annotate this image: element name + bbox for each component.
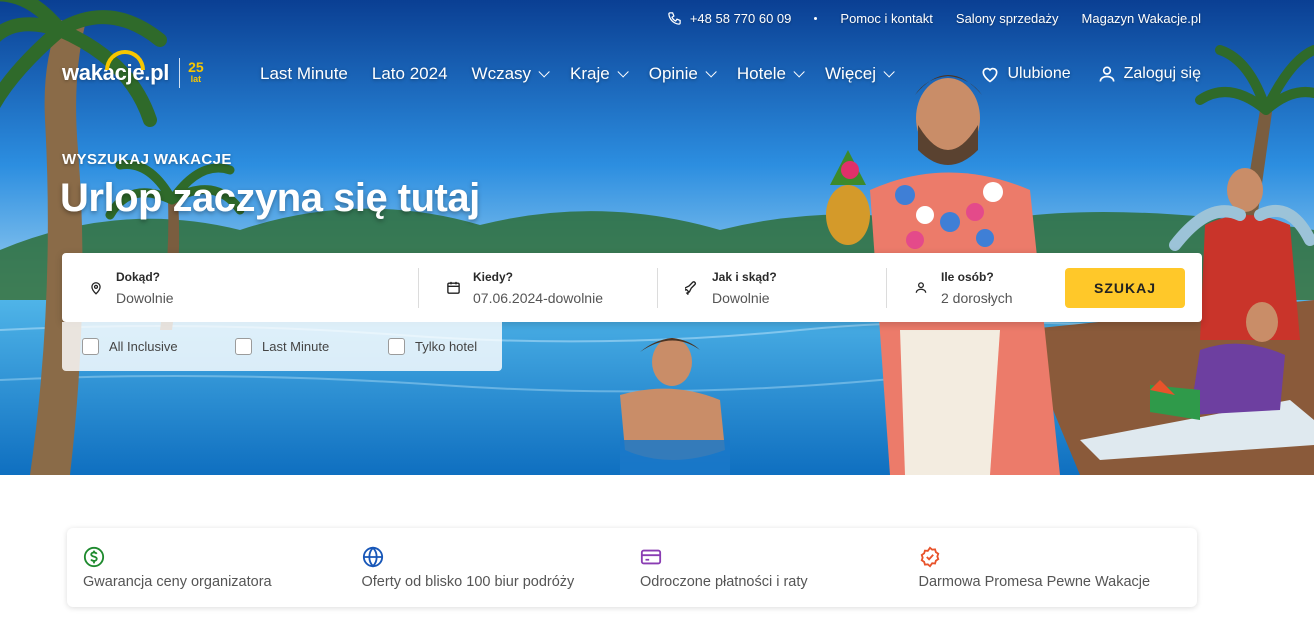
nav-item-label: Kraje — [570, 64, 610, 83]
search-panel: Dokąd? Dowolnie Kiedy? 07.06.2024-dowoln… — [62, 253, 1202, 322]
filter-hotel-only[interactable]: Tylko hotel — [388, 338, 498, 355]
destination-label: Dokąd? — [116, 269, 161, 284]
hero-headline: Urlop zaczyna się tutaj — [60, 176, 480, 220]
guests-label: Ile osób? — [941, 269, 994, 284]
date-field[interactable]: Kiedy? 07.06.2024-dowolnie — [419, 267, 658, 308]
nav-item-opinie[interactable]: Opinie — [648, 64, 717, 84]
nav-item-lato-2024[interactable]: Lato 2024 — [372, 64, 448, 84]
hero-banner: +48 58 770 60 09 Pomoc i kontakt Salony … — [0, 0, 1314, 475]
nav-item-hotele[interactable]: Hotele — [736, 64, 805, 84]
nav-item-label: Lato 2024 — [371, 64, 448, 83]
sales-offices-link[interactable]: Salony sprzedaży — [956, 11, 1059, 26]
feature-deferred-payments: Odroczone płatności i raty — [640, 528, 919, 607]
nav-item-kraje[interactable]: Kraje — [570, 64, 629, 84]
chevron-down-icon — [705, 66, 717, 78]
login-link[interactable]: Zaloguj się — [1097, 64, 1201, 84]
feature-price-guarantee: Gwarancja ceny organizatora — [83, 528, 362, 607]
chevron-down-icon — [617, 66, 629, 78]
nav-item-wczasy[interactable]: Wczasy — [471, 64, 550, 84]
badge-check-icon — [919, 546, 941, 568]
feature-text: Gwarancja ceny organizatora — [83, 574, 272, 590]
heart-icon — [982, 67, 998, 83]
phone-link[interactable]: +48 58 770 60 09 — [667, 11, 792, 26]
nav-item-last-minute[interactable]: Last Minute — [260, 64, 348, 84]
feature-text: Odroczone płatności i raty — [640, 574, 808, 590]
destination-value: Dowolnie — [116, 289, 174, 306]
nav-item-label: Więcej — [825, 64, 877, 83]
dollar-circle-icon — [83, 546, 105, 568]
hero-eyebrow: WYSZUKAJ WAKACJE — [62, 151, 232, 168]
top-utility-bar: +48 58 770 60 09 Pomoc i kontakt Salony … — [667, 11, 1201, 26]
magazine-link[interactable]: Magazyn Wakacje.pl — [1082, 11, 1201, 26]
map-pin-icon — [88, 280, 104, 296]
user-icon — [1099, 66, 1115, 82]
separator-dot — [814, 17, 818, 20]
calendar-icon — [445, 280, 461, 296]
checkbox[interactable] — [388, 338, 405, 355]
filter-label: All Inclusive — [109, 339, 178, 354]
phone-icon — [668, 12, 681, 25]
nav-item-label: Last Minute — [260, 64, 348, 83]
checkbox[interactable] — [235, 338, 252, 355]
filter-all-inclusive[interactable]: All Inclusive — [82, 338, 235, 355]
feature-promesa: Darmowa Promesa Pewne Wakacje — [919, 528, 1198, 607]
nav-item-label: Wczasy — [471, 64, 532, 83]
credit-card-icon — [640, 546, 662, 568]
favorites-link[interactable]: Ulubione — [980, 64, 1071, 84]
chevron-down-icon — [793, 66, 805, 78]
site-logo[interactable]: wakacje.pl 25 lat — [62, 50, 204, 88]
transport-value: Dowolnie — [712, 289, 770, 306]
anniversary-badge: 25 lat — [188, 60, 204, 85]
nav-item-label: Hotele — [736, 64, 786, 83]
help-contact-link[interactable]: Pomoc i kontakt — [840, 11, 933, 26]
filter-label: Last Minute — [262, 339, 330, 354]
guests-value: 2 dorosłych — [941, 289, 1013, 306]
chevron-down-icon — [538, 66, 550, 78]
plane-icon — [684, 280, 700, 296]
guests-field[interactable]: Ile osób? 2 dorosłych — [887, 268, 1065, 308]
globe-icon — [362, 546, 384, 568]
filter-label: Tylko hotel — [415, 339, 478, 354]
transport-label: Jak i skąd? — [712, 269, 777, 284]
phone-number: +48 58 770 60 09 — [689, 11, 792, 26]
transport-field[interactable]: Jak i skąd? Dowolnie — [658, 267, 887, 308]
feature-text: Darmowa Promesa Pewne Wakacje — [918, 574, 1151, 590]
checkbox[interactable] — [82, 338, 99, 355]
filter-last-minute[interactable]: Last Minute — [235, 338, 388, 355]
login-label: Zaloguj się — [1123, 65, 1201, 82]
feature-text: Oferty od blisko 100 biur podróży — [361, 574, 575, 590]
destination-field[interactable]: Dokąd? Dowolnie — [62, 267, 419, 308]
favorites-label: Ulubione — [1007, 65, 1071, 82]
date-label: Kiedy? — [473, 269, 514, 284]
person-icon — [913, 280, 929, 296]
search-button[interactable]: SZUKAJ — [1065, 267, 1185, 308]
feature-agencies: Oferty od blisko 100 biur podróży — [362, 528, 641, 607]
logo-divider — [179, 58, 181, 88]
search-filters: All Inclusive Last Minute Tylko hotel — [62, 322, 502, 371]
features-strip: Gwarancja ceny organizatora Oferty od bl… — [67, 528, 1197, 607]
nav-item-label: Opinie — [648, 64, 698, 83]
account-navigation: Ulubione Zaloguj się — [980, 64, 1201, 84]
main-navigation: Last Minute Lato 2024 Wczasy Kraje Opini… — [260, 64, 895, 84]
nav-item-wiecej[interactable]: Więcej — [825, 64, 895, 84]
date-value: 07.06.2024-dowolnie — [473, 289, 603, 306]
